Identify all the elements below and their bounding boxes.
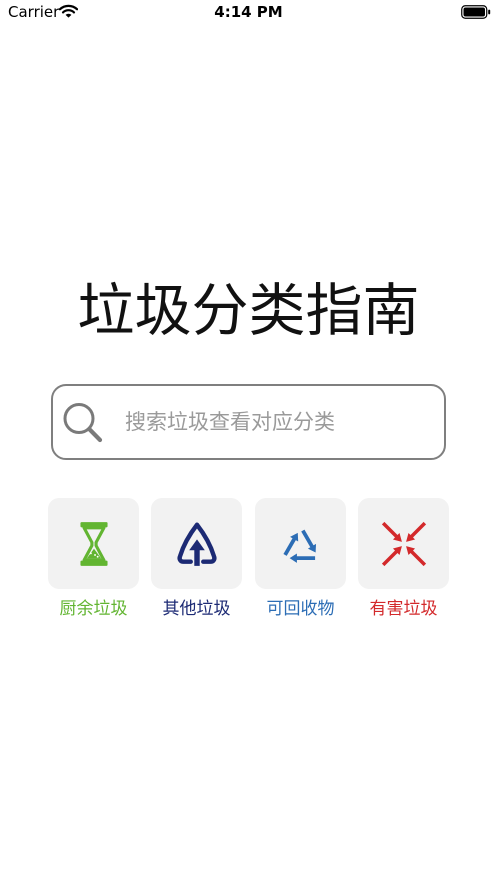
status-bar: Carrier 4:14 PM [0,0,497,24]
category-tile[interactable] [255,498,346,589]
page-title: 垃圾分类指南 [77,278,420,344]
category-label: 有害垃圾 [369,599,438,619]
recyclable-icon [276,519,326,569]
other-waste-icon [172,519,222,569]
hazardous-waste-icon [379,519,429,569]
kitchen-waste-icon [69,519,119,569]
category-label: 其他垃圾 [162,599,231,619]
category-label: 厨余垃圾 [59,599,128,619]
category-tile[interactable] [151,498,242,589]
category-hazardous-waste-button[interactable]: 有害垃圾 [358,498,449,620]
category-recyclable-button[interactable]: 可回收物 [255,498,346,620]
category-tile[interactable] [358,498,449,589]
search-box[interactable] [51,384,446,460]
search-input[interactable] [125,386,430,458]
battery-icon [461,5,491,19]
search-icon[interactable] [62,402,103,443]
category-label: 可回收物 [266,599,335,619]
category-other-waste-button[interactable]: 其他垃圾 [151,498,242,620]
category-kitchen-waste-button[interactable]: 厨余垃圾 [48,498,139,620]
clock: 4:14 PM [214,3,283,21]
category-tile[interactable] [48,498,139,589]
